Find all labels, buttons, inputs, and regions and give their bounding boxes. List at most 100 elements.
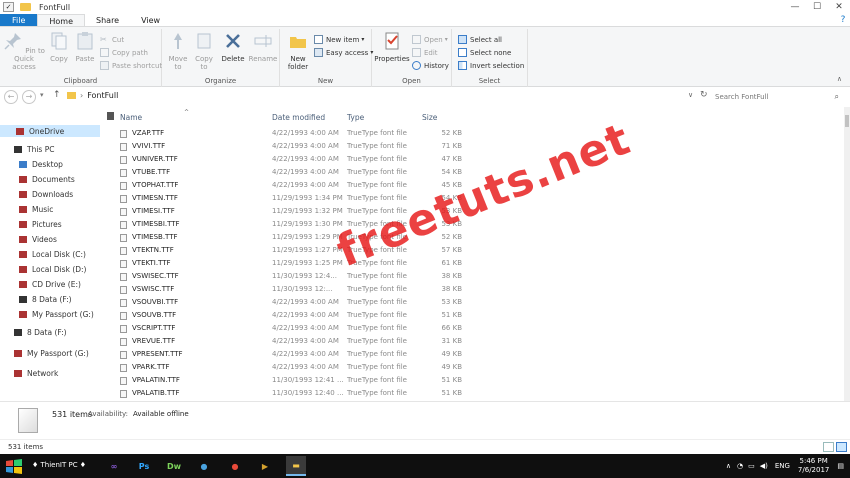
address-path[interactable]: › FontFull [67, 91, 118, 100]
details-view-icon[interactable] [823, 442, 834, 452]
file-row[interactable]: VREVUE.TTF 4/22/1993 4:00 AM TrueType font… [100, 335, 844, 348]
scrollbar-thumb[interactable] [845, 115, 849, 127]
search-placeholder: Search FontFull [715, 93, 769, 101]
file-row[interactable]: VSCRIPT.TTF 4/22/1993 4:00 AM TrueType fon… [100, 322, 844, 335]
tray-chevron-icon[interactable]: ∧ [726, 462, 731, 470]
edit-button[interactable]: Edit [412, 47, 438, 58]
nav-item[interactable]: Downloads [19, 190, 73, 199]
nav-item[interactable]: 8 Data (F:) [14, 328, 67, 337]
properties-button[interactable]: Properties [374, 31, 410, 63]
back-button[interactable]: ← [4, 90, 18, 104]
search-input[interactable]: Search FontFull ⌕ [715, 90, 843, 104]
forward-button[interactable]: → [22, 90, 36, 104]
file-row[interactable]: VVIVI.TTF 4/22/1993 4:00 AM TrueType font … [100, 140, 844, 153]
file-row[interactable]: VSOUVB.TTF 4/22/1993 4:00 AM TrueType font… [100, 309, 844, 322]
file-row[interactable]: VPALATIN.TTF 11/30/1993 12:41 ... TrueType… [100, 374, 844, 387]
select-all-checkbox-icon[interactable] [107, 112, 114, 120]
vertical-scrollbar[interactable] [844, 107, 850, 401]
chrome-icon[interactable]: ● [225, 456, 245, 476]
file-row[interactable]: VZAP.TTF 4/22/1993 4:00 AM TrueType font f… [100, 127, 844, 140]
paste-button[interactable]: Paste [72, 31, 98, 63]
open-button[interactable]: Open ▾ [412, 34, 448, 45]
copy-to-button[interactable]: Copy to [192, 31, 216, 71]
file-row[interactable]: VUNIVER.TTF 4/22/1993 4:00 AM TrueType fon… [100, 153, 844, 166]
notifications-icon[interactable]: ▤ [837, 462, 844, 470]
volume-icon[interactable]: ◀) [760, 462, 768, 470]
nav-item[interactable]: Documents [19, 175, 75, 184]
battery-icon[interactable]: ▭ [748, 462, 755, 470]
move-to-button[interactable]: Move to [166, 31, 190, 71]
windows-start-icon[interactable] [4, 457, 24, 475]
file-name: VSOUVBI.TTF [132, 298, 179, 306]
language-indicator[interactable]: ENG [775, 462, 790, 470]
recent-locations-icon[interactable]: ▾ [40, 91, 44, 99]
nav-item[interactable]: Videos [19, 235, 57, 244]
nav-item[interactable]: Desktop [19, 160, 63, 169]
tab-view[interactable]: View [130, 14, 171, 26]
close-button[interactable]: ✕ [828, 2, 850, 12]
select-all-button[interactable]: Select all [458, 34, 502, 45]
column-type[interactable]: Type [347, 113, 364, 122]
file-row[interactable]: VPRESENT.TTF 4/22/1993 4:00 AM TrueType fo… [100, 348, 844, 361]
pin-quick-access-button[interactable]: Pin to Quick access [2, 31, 46, 71]
paste-shortcut-button[interactable]: Paste shortcut [100, 60, 162, 71]
file-row[interactable]: VPARK.TTF 4/22/1993 4:00 AM TrueType font … [100, 361, 844, 374]
file-row[interactable]: VTEKTI.TTF 11/29/1993 1:25 PM TrueType fon… [100, 257, 844, 270]
easy-access-button[interactable]: Easy access ▾ [314, 47, 373, 58]
copy-button[interactable]: Copy [46, 31, 72, 63]
file-row[interactable]: VSOUVBI.TTF 4/22/1993 4:00 AM TrueType fon… [100, 296, 844, 309]
network-icon[interactable]: ◔ [737, 462, 743, 470]
file-row[interactable]: VTEKTN.TTF 11/29/1993 1:27 PM TrueType fon… [100, 244, 844, 257]
nav-item[interactable]: Local Disk (C:) [19, 250, 86, 259]
file-row[interactable]: VSWISC.TTF 11/30/1993 12:... TrueType font… [100, 283, 844, 296]
delete-button[interactable]: Delete [220, 31, 246, 63]
nav-item[interactable]: Music [19, 205, 53, 214]
file-row[interactable]: VPALATIB.TTF 11/30/1993 12:40 ... TrueType… [100, 387, 844, 400]
tab-share[interactable]: Share [85, 14, 130, 26]
file-row[interactable]: VTIMESB.TTF 11/29/1993 1:29 PM TrueType fo… [100, 231, 844, 244]
copy-path-button[interactable]: Copy path [100, 47, 148, 58]
new-item-button[interactable]: New item ▾ [314, 34, 364, 45]
file-type: TrueType font file [347, 376, 407, 384]
help-icon[interactable]: ? [836, 14, 850, 26]
nav-item[interactable]: This PC [14, 145, 54, 154]
invert-selection-button[interactable]: Invert selection [458, 60, 524, 71]
dreamweaver-icon[interactable]: Dw [164, 456, 184, 476]
maximize-button[interactable]: ☐ [806, 2, 828, 12]
new-folder-button[interactable]: New folder [284, 31, 312, 71]
history-button[interactable]: History [412, 60, 449, 71]
chrome-blue-icon[interactable]: ● [194, 456, 214, 476]
large-icons-view-icon[interactable] [836, 442, 847, 452]
tab-home[interactable]: Home [37, 14, 86, 26]
address-dropdown-icon[interactable]: ∨ [688, 91, 693, 99]
media-player-icon[interactable]: ▶ [255, 456, 275, 476]
folder-icon[interactable] [20, 3, 31, 11]
nav-item[interactable]: 8 Data (F:) [19, 295, 72, 304]
refresh-icon[interactable]: ↻ [700, 90, 708, 100]
minimize-button[interactable]: — [784, 2, 806, 12]
nav-item[interactable]: OneDrive [0, 125, 100, 137]
file-row[interactable]: VSWISEC.TTF 11/30/1993 12:4... TrueType fo… [100, 270, 844, 283]
cut-button[interactable]: ✂ Cut [100, 34, 124, 45]
history-icon [412, 61, 421, 70]
clock[interactable]: 5:46 PM 7/6/2017 [798, 457, 829, 475]
column-date-modified[interactable]: Date modified [272, 113, 325, 122]
nav-item[interactable]: Local Disk (D:) [19, 265, 86, 274]
up-button[interactable]: ↑ [53, 90, 61, 100]
rename-button[interactable]: Rename [248, 31, 278, 63]
nav-item[interactable]: Network [14, 369, 58, 378]
nav-item[interactable]: My Passport (G:) [14, 349, 89, 358]
collapse-ribbon-icon[interactable]: ∧ [837, 75, 842, 83]
column-size[interactable]: Size [422, 113, 437, 122]
nav-item[interactable]: My Passport (G:) [19, 310, 94, 319]
file-explorer-icon[interactable]: ▬ [286, 456, 306, 476]
visual-studio-icon[interactable]: ∞ [104, 456, 124, 476]
select-none-button[interactable]: Select none [458, 47, 511, 58]
nav-item[interactable]: CD Drive (E:) [19, 280, 81, 289]
photoshop-icon[interactable]: Ps [134, 456, 154, 476]
tab-file[interactable]: File [0, 14, 38, 26]
properties-quick-icon[interactable]: ✓ [3, 2, 14, 12]
nav-item[interactable]: Pictures [19, 220, 62, 229]
nav-item-icon [16, 127, 24, 135]
column-name[interactable]: Name [120, 113, 142, 122]
